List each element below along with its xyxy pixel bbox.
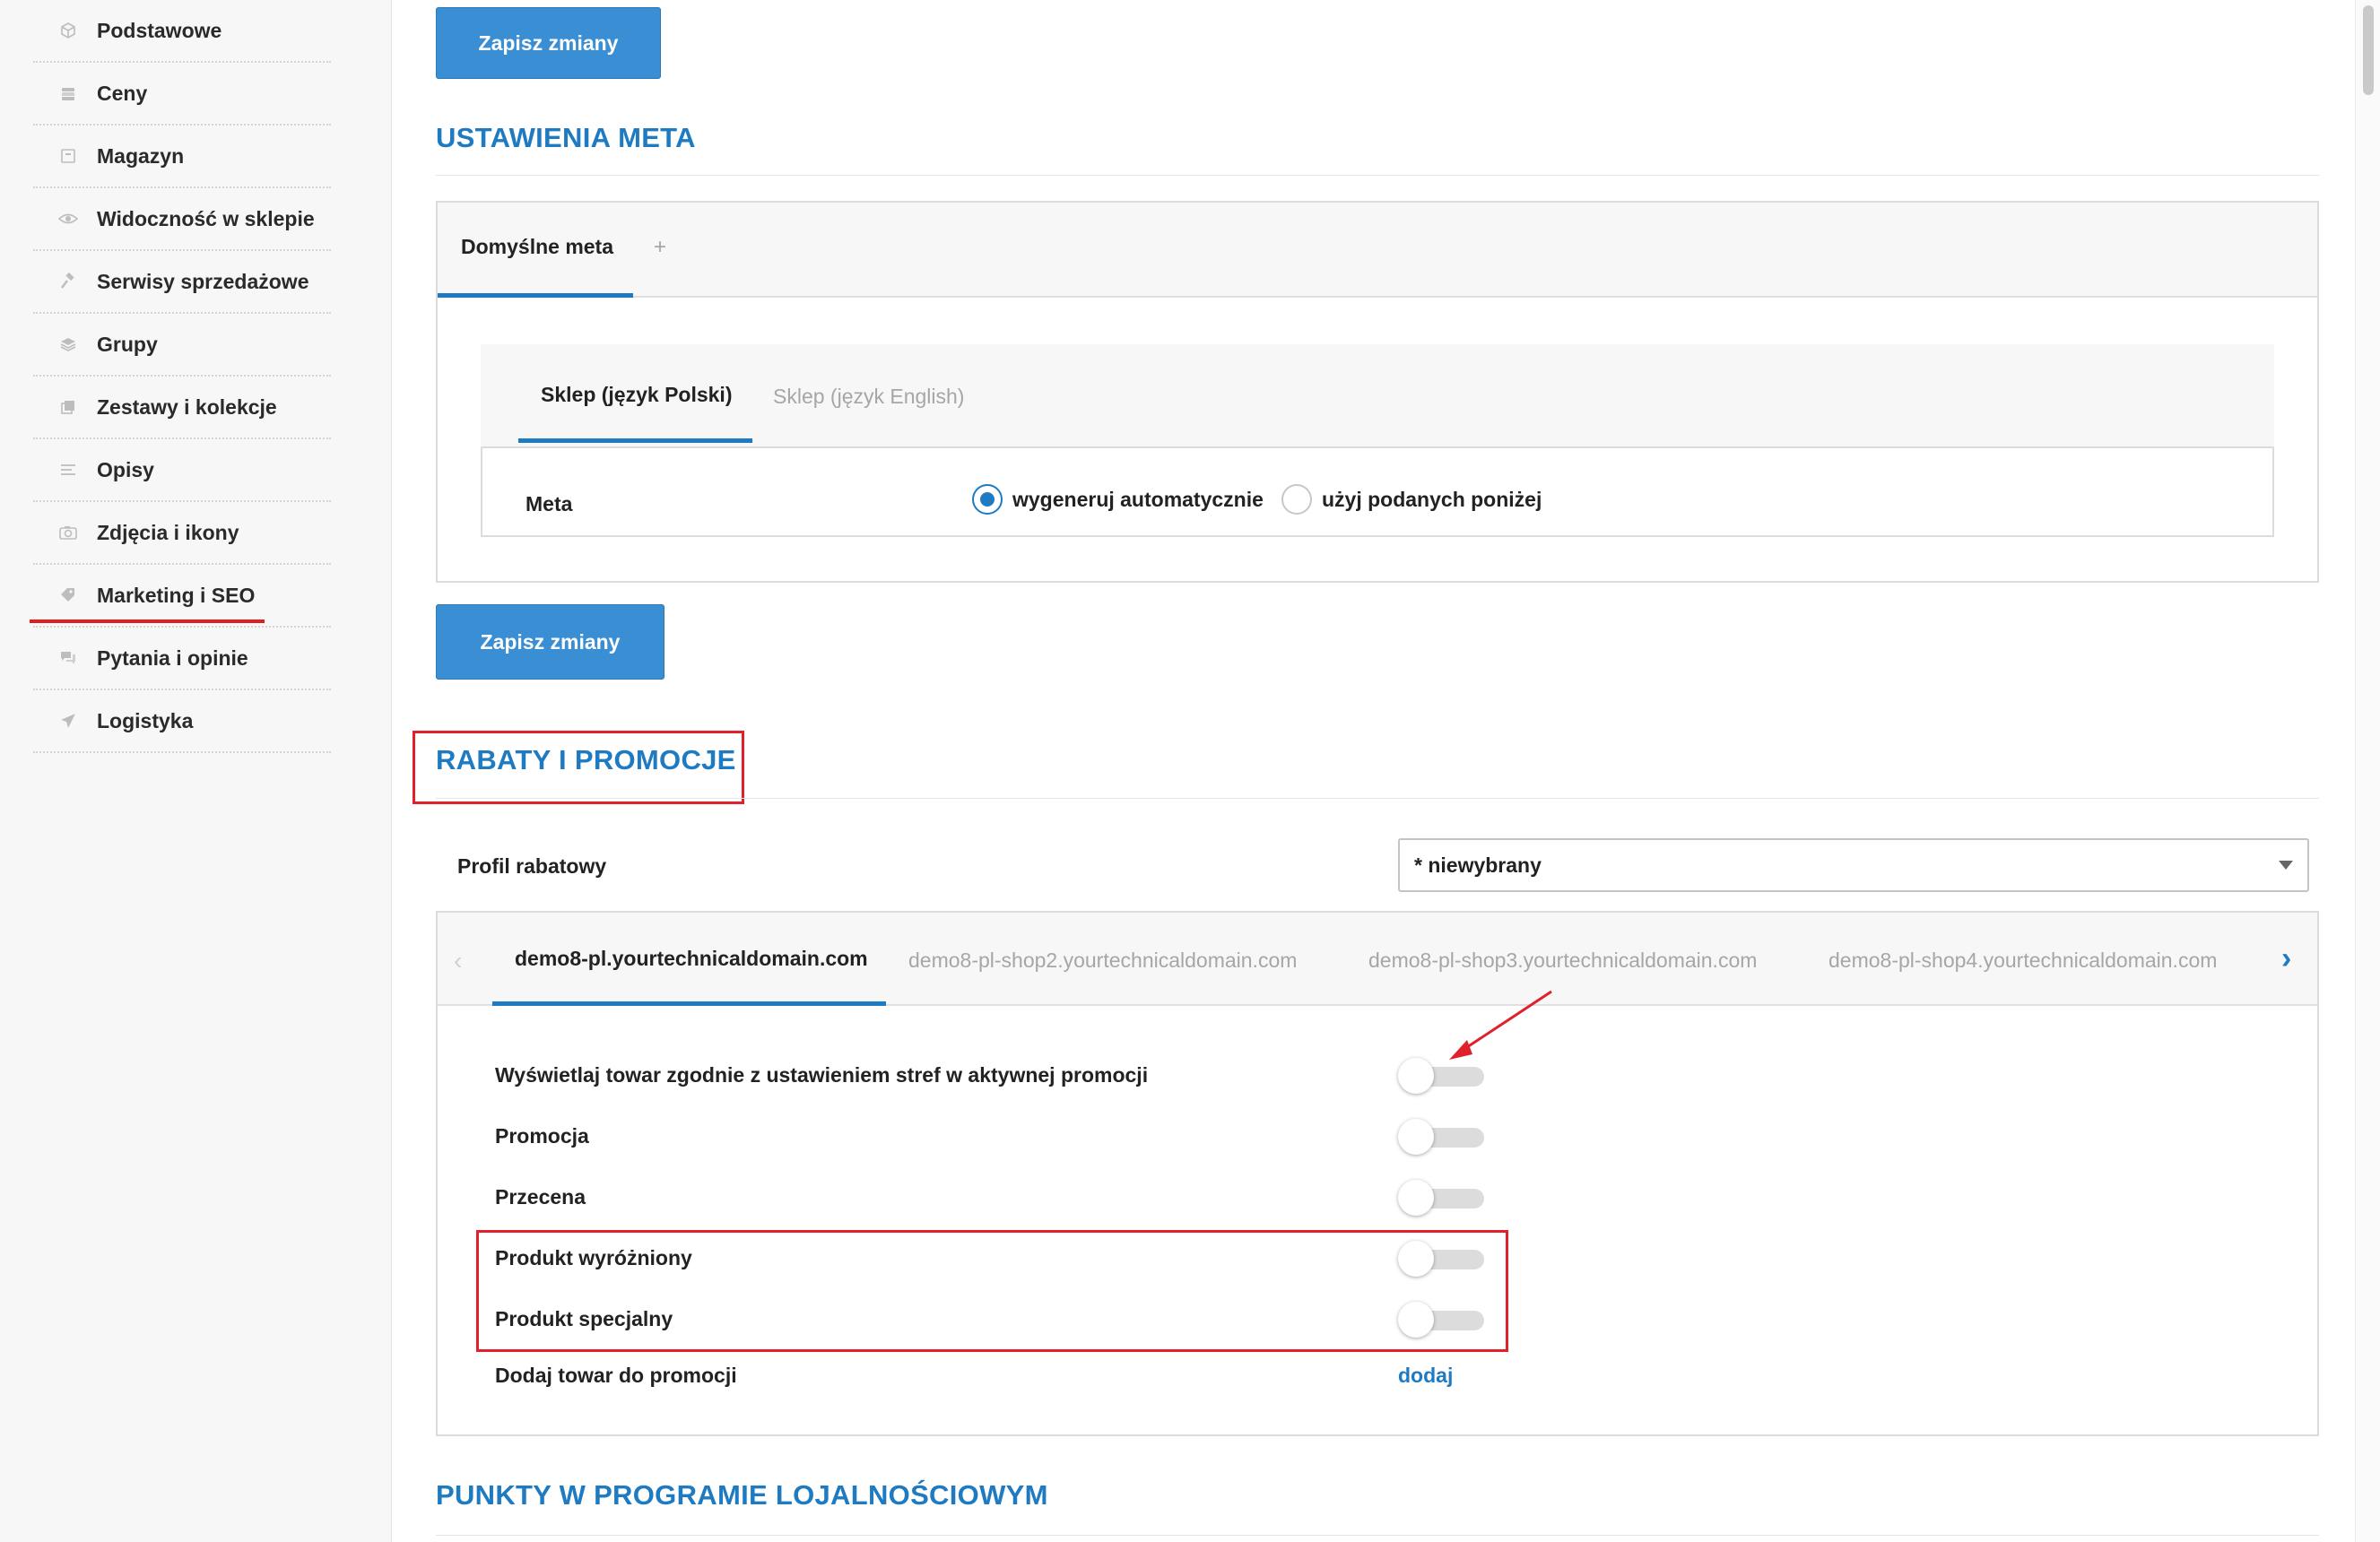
- sidebar: Podstawowe Ceny Magazyn Widoczność w skl…: [0, 0, 392, 1542]
- section-title-loyalty: PUNKTY W PROGRAMIE LOJALNOŚCIOWYM: [436, 1479, 1048, 1511]
- sidebar-item-label: Magazyn: [97, 143, 185, 168]
- tab-shop-1[interactable]: demo8-pl.yourtechnicaldomain.com: [515, 947, 868, 971]
- radio-auto[interactable]: [972, 484, 1003, 515]
- sidebar-item-marketing-seo[interactable]: Marketing i SEO: [33, 565, 331, 628]
- language-tabbar: [481, 344, 2274, 448]
- sidebar-item-label: Serwisy sprzedażowe: [97, 269, 309, 293]
- sidebar-item-label: Podstawowe: [97, 18, 222, 42]
- eye-icon: [57, 208, 79, 230]
- tab-underline: [492, 1001, 886, 1006]
- radio-manual-label: użyj podanych poniżej: [1322, 488, 1542, 511]
- sidebar-item-label: Opisy: [97, 457, 154, 481]
- save-changes-button-top[interactable]: Zapisz zmiany: [436, 7, 661, 79]
- sidebar-item-label: Ceny: [97, 81, 148, 105]
- divider: [436, 1535, 2319, 1536]
- toggle-przecena[interactable]: [1398, 1180, 1484, 1216]
- tab-underline: [518, 438, 752, 443]
- active-item-marker: [30, 619, 265, 623]
- sidebar-item-logistyka[interactable]: Logistyka: [33, 690, 331, 753]
- divider: [436, 798, 2319, 799]
- sidebar-item-grupy[interactable]: Grupy: [33, 314, 331, 377]
- sidebar-item-label: Zdjęcia i ikony: [97, 520, 239, 544]
- add-tab-button[interactable]: +: [654, 235, 666, 260]
- camera-icon: [57, 522, 79, 543]
- layers-icon: [57, 334, 79, 355]
- annotation-box-toggles: [476, 1230, 1508, 1352]
- sidebar-item-zdjecia[interactable]: Zdjęcia i ikony: [33, 502, 331, 565]
- save-changes-button-meta[interactable]: Zapisz zmiany: [436, 604, 664, 680]
- toggle-label-zones: Wyświetlaj towar zgodnie z ustawieniem s…: [495, 1063, 1149, 1087]
- divider: [436, 175, 2319, 176]
- section-title-meta: USTAWIENIA META: [436, 122, 696, 153]
- add-product-link[interactable]: dodaj: [1398, 1364, 1453, 1388]
- sidebar-item-label: Logistyka: [97, 708, 194, 732]
- meta-tabbar: [438, 203, 2317, 298]
- sidebar-item-label: Marketing i SEO: [97, 583, 256, 607]
- sidebar-item-label: Grupy: [97, 332, 158, 356]
- annotation-box-title: [413, 731, 744, 804]
- sidebar-item-magazyn[interactable]: Magazyn: [33, 126, 331, 188]
- add-product-label: Dodaj towar do promocji: [495, 1364, 737, 1387]
- profile-select-value: * niewybrany: [1414, 853, 1542, 877]
- tab-default-meta[interactable]: Domyślne meta: [461, 235, 613, 259]
- meta-label: Meta: [526, 492, 573, 515]
- tab-shop-2[interactable]: demo8-pl-shop2.yourtechnicaldomain.com: [908, 949, 1297, 973]
- chevron-left-icon[interactable]: ‹: [454, 947, 462, 975]
- tab-lang-english[interactable]: Sklep (język English): [773, 385, 964, 409]
- toggle-label-promocja: Promocja: [495, 1124, 589, 1148]
- profile-select[interactable]: * niewybrany: [1398, 838, 2309, 892]
- annotation-arrow: [1449, 990, 1552, 1060]
- sidebar-item-label: Widoczność w sklepie: [97, 206, 315, 230]
- sidebar-item-opisy[interactable]: Opisy: [33, 439, 331, 502]
- coins-icon: [57, 82, 79, 104]
- tab-shop-4[interactable]: demo8-pl-shop4.yourtechnicaldomain.com: [1828, 949, 2217, 973]
- sidebar-item-label: Pytania i opinie: [97, 645, 248, 670]
- profile-label: Profil rabatowy: [457, 854, 607, 878]
- copy-icon: [57, 396, 79, 418]
- tag-icon: [57, 585, 79, 606]
- comments-icon: [57, 647, 79, 669]
- sidebar-item-zestawy[interactable]: Zestawy i kolekcje: [33, 377, 331, 439]
- toggle-label-przecena: Przecena: [495, 1185, 586, 1208]
- chevron-right-icon[interactable]: ›: [2281, 941, 2291, 976]
- sidebar-item-label: Zestawy i kolekcje: [97, 394, 277, 419]
- tab-lang-polski[interactable]: Sklep (język Polski): [541, 383, 732, 407]
- radio-auto-label: wygeneruj automatycznie: [1012, 488, 1264, 511]
- sidebar-item-ceny[interactable]: Ceny: [33, 63, 331, 126]
- box-icon: [57, 145, 79, 167]
- toggle-promocja[interactable]: [1398, 1119, 1484, 1155]
- tab-shop-3[interactable]: demo8-pl-shop3.yourtechnicaldomain.com: [1368, 949, 1757, 973]
- cube-icon: [57, 20, 79, 41]
- paper-plane-icon: [57, 710, 79, 732]
- scrollbar[interactable]: [2355, 0, 2380, 1542]
- lines-icon: [57, 459, 79, 481]
- radio-manual[interactable]: [1281, 484, 1312, 515]
- sidebar-item-serwisy[interactable]: Serwisy sprzedażowe: [33, 251, 331, 314]
- tab-underline: [438, 293, 633, 298]
- sidebar-item-podstawowe[interactable]: Podstawowe: [33, 0, 331, 63]
- gavel-icon: [57, 271, 79, 292]
- sidebar-item-widocznosc[interactable]: Widoczność w sklepie: [33, 188, 331, 251]
- chevron-down-icon: [2279, 861, 2293, 870]
- sidebar-item-pytania[interactable]: Pytania i opinie: [33, 628, 331, 690]
